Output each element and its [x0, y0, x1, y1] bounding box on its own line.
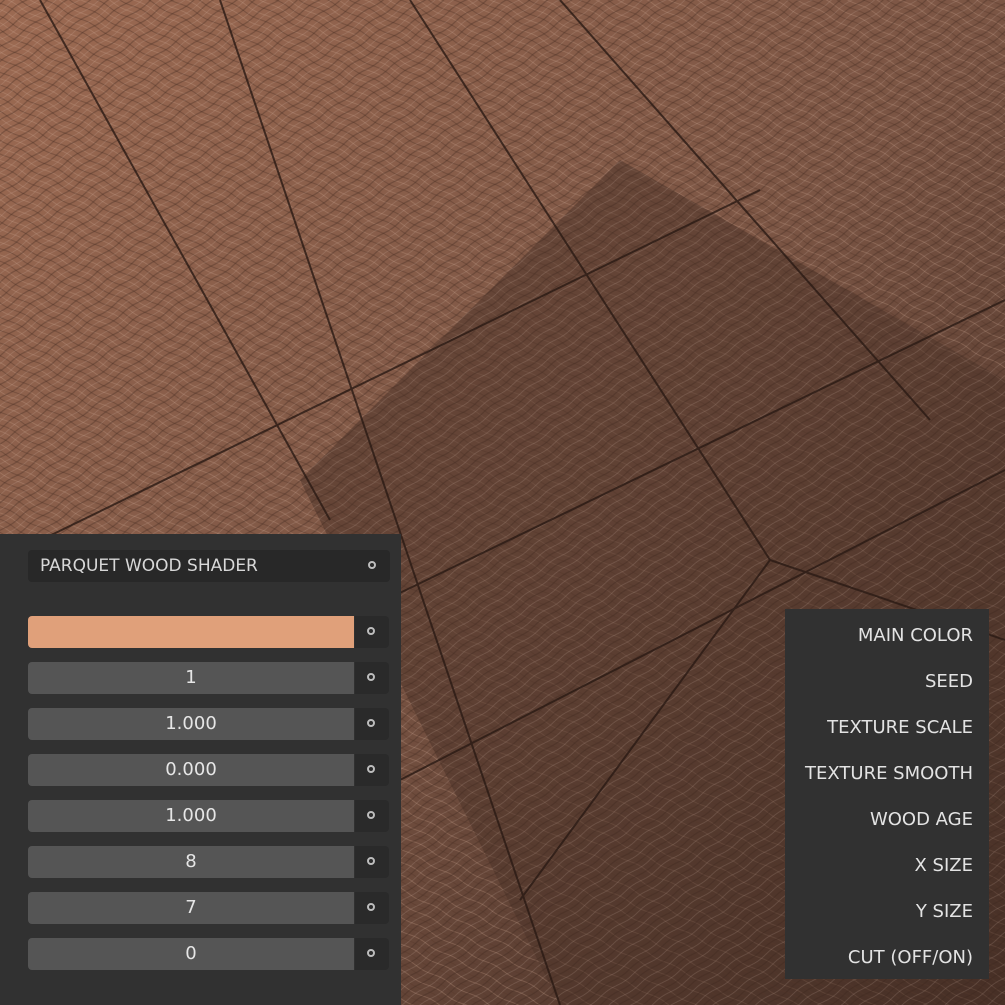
socket-icon[interactable]	[355, 754, 389, 786]
socket-icon[interactable]	[355, 892, 389, 924]
label-seed: SEED	[924, 671, 973, 692]
y-size-field[interactable]: 7	[28, 892, 354, 924]
texture-scale-field[interactable]: 1.000	[28, 708, 354, 740]
label-y-size: Y SIZE	[915, 901, 973, 922]
label-texture-scale: TEXTURE SCALE	[827, 717, 973, 738]
seed-field[interactable]: 1	[28, 662, 354, 694]
socket-icon[interactable]	[355, 662, 389, 694]
wood-age-field[interactable]: 1.000	[28, 800, 354, 832]
label-texture-smooth: TEXTURE SMOOTH	[805, 763, 973, 784]
label-main-color: MAIN COLOR	[857, 625, 973, 646]
parameter-labels-panel: MAIN COLOR SEED TEXTURE SCALE TEXTURE SM…	[785, 609, 989, 979]
socket-icon[interactable]	[356, 550, 390, 582]
cut-field[interactable]: 0	[28, 938, 354, 970]
label-wood-age: WOOD AGE	[869, 809, 973, 830]
label-x-size: X SIZE	[914, 855, 974, 876]
label-cut: CUT (OFF/ON)	[847, 947, 973, 968]
texture-smooth-field[interactable]: 0.000	[28, 754, 354, 786]
shader-title-field[interactable]: PARQUET WOOD SHADER	[28, 550, 390, 582]
socket-icon[interactable]	[355, 846, 389, 878]
socket-icon[interactable]	[355, 616, 389, 648]
socket-icon[interactable]	[355, 708, 389, 740]
x-size-field[interactable]: 8	[28, 846, 354, 878]
socket-icon[interactable]	[355, 800, 389, 832]
viewport-render: PARQUET WOOD SHADER 1 1.000 0.000 1.000 …	[0, 0, 1005, 1005]
shader-title: PARQUET WOOD SHADER	[40, 556, 258, 576]
main-color-swatch[interactable]	[28, 616, 354, 648]
socket-icon[interactable]	[355, 938, 389, 970]
